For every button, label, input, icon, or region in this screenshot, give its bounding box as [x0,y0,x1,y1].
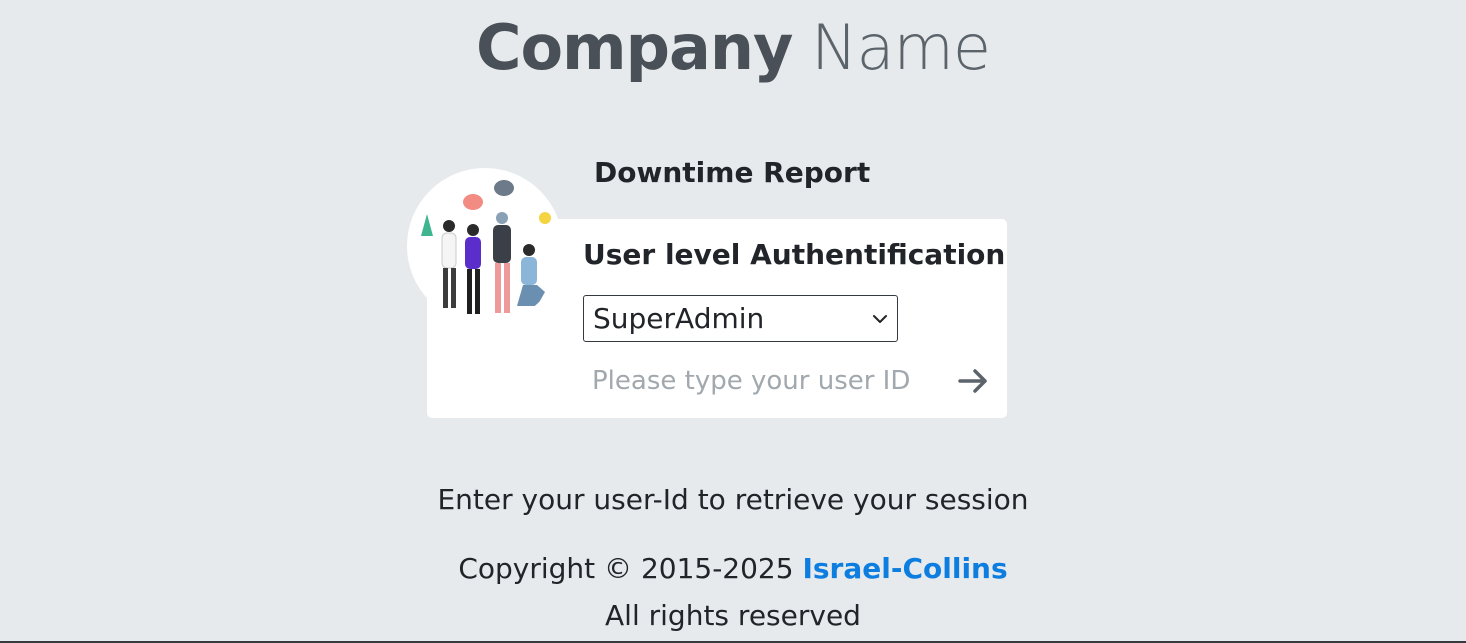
report-title: Downtime Report [594,156,871,189]
login-page: Company Name Downtime Report User level … [0,0,1466,643]
user-id-input[interactable] [583,361,923,401]
team-illustration [407,168,563,324]
instructions-text: Enter your user-Id to retrieve your sess… [437,483,1029,516]
brand-word-1: Company [475,11,793,84]
auth-title: User level Authentification [583,238,1006,271]
copyright-text: Copyright © 2015-2025 [458,552,794,585]
team-illustration-icon [421,180,551,314]
company-logo: Company Name [0,12,1466,84]
chevron-down-icon [873,315,887,323]
submit-button[interactable] [954,362,992,400]
copyright: Copyright © 2015-2025 Israel-Collins [0,552,1466,585]
company-link[interactable]: Israel-Collins [802,552,1007,585]
rights-text: All rights reserved [605,599,861,632]
user-level-selected: SuperAdmin [593,302,765,335]
arrow-right-icon [958,369,987,393]
user-level-select[interactable]: SuperAdmin [583,295,898,342]
brand-word-2: Name [811,11,991,84]
